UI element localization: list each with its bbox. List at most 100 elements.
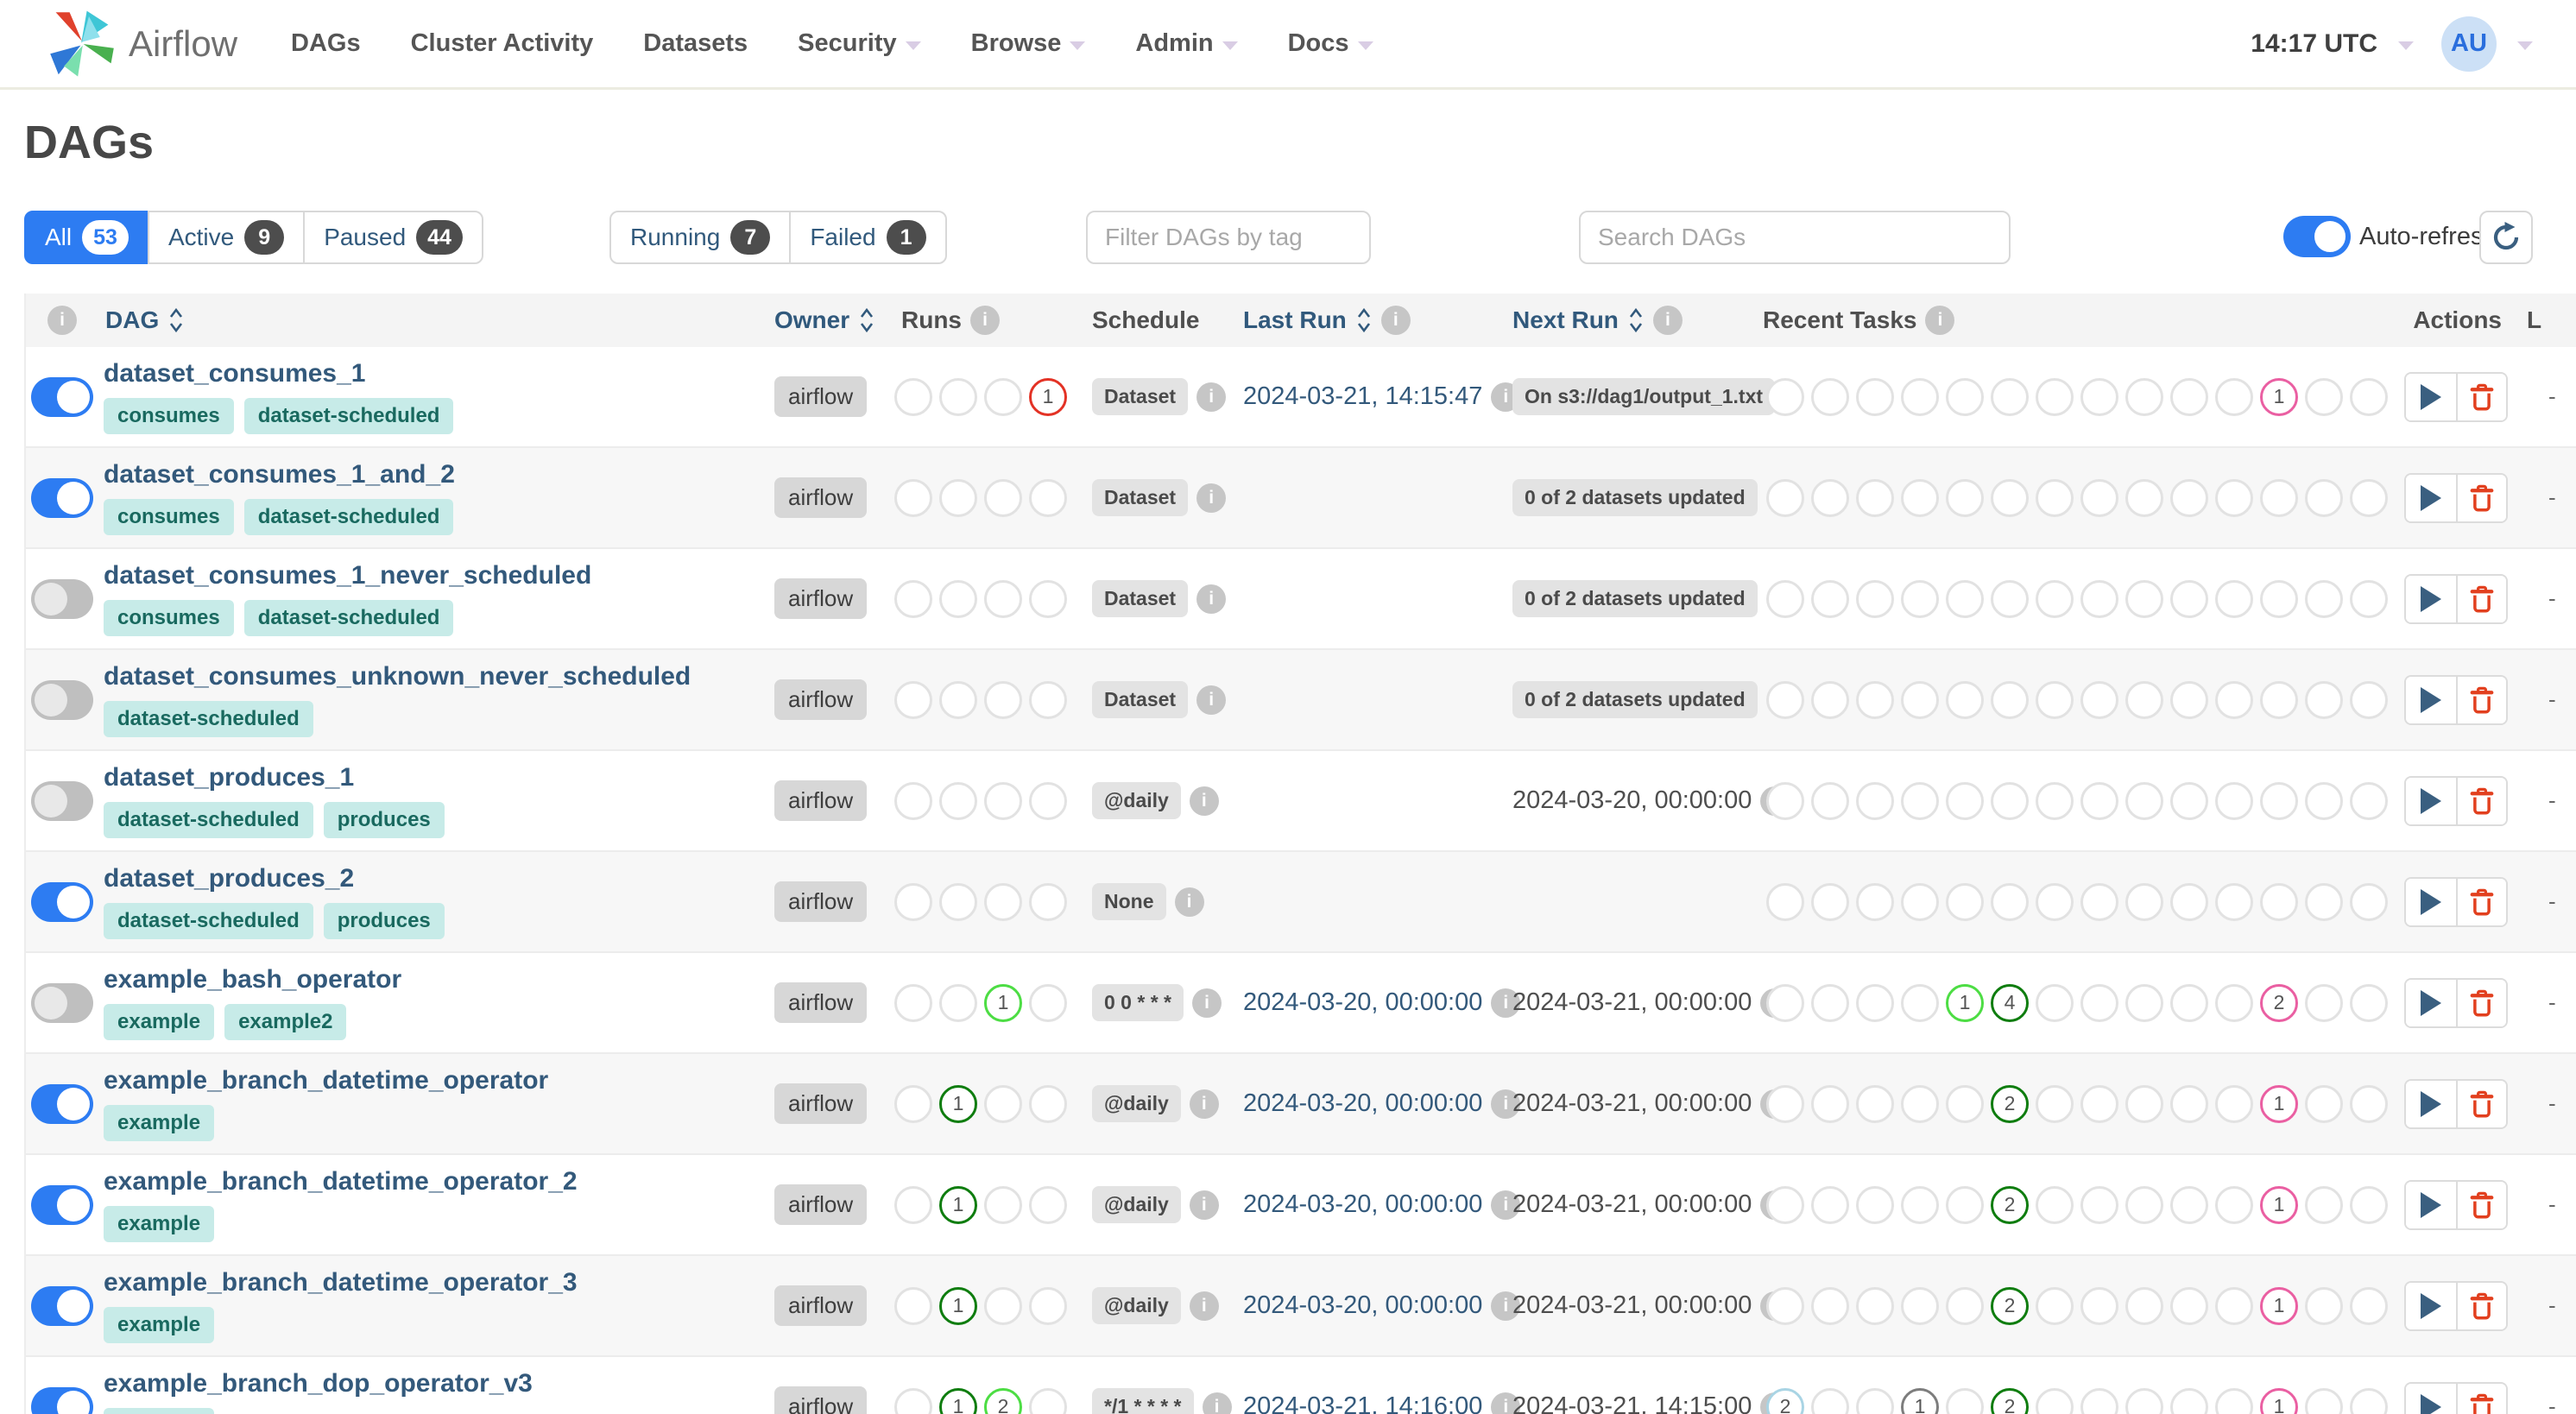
task-circle-deferred[interactable] (2305, 1185, 2343, 1224)
task-circle-removed[interactable] (1811, 781, 1849, 820)
task-circle-upstream_failed[interactable] (2215, 478, 2253, 517)
dag-tag[interactable]: example (104, 1307, 215, 1343)
run-circle-failed[interactable] (1029, 983, 1067, 1022)
task-circle-removed[interactable] (1811, 377, 1849, 416)
delete-dag-button[interactable] (2455, 878, 2506, 925)
run-circle-failed[interactable] (1029, 1084, 1067, 1123)
task-circle-deferred[interactable] (2305, 579, 2343, 618)
task-circle-none[interactable] (1766, 781, 1804, 820)
task-circle-restarting[interactable] (2036, 1286, 2074, 1325)
run-circle-success[interactable] (939, 478, 977, 517)
task-circle-upstream_failed[interactable] (2215, 1387, 2253, 1414)
owner-badge[interactable]: airflow (774, 881, 868, 922)
trigger-dag-button[interactable] (2405, 373, 2456, 420)
dag-pause-toggle[interactable] (31, 578, 93, 619)
task-circle-queued[interactable]: 1 (1901, 1387, 1939, 1414)
task-circle-upstream_failed[interactable] (2215, 1185, 2253, 1224)
task-circle-shutdown[interactable] (2350, 1387, 2388, 1414)
task-circle-restarting[interactable] (2036, 882, 2074, 921)
task-circle-queued[interactable] (1901, 781, 1939, 820)
task-circle-queued[interactable] (1901, 1185, 1939, 1224)
task-circle-failed[interactable] (2080, 882, 2118, 921)
header-owner[interactable]: Owner (774, 306, 891, 334)
last-run-link[interactable]: 2024-03-20, 00:00:00 (1243, 1190, 1482, 1219)
task-circle-success[interactable] (1991, 680, 2029, 719)
run-circle-queued[interactable] (894, 1387, 932, 1414)
task-circle-skipped[interactable]: 1 (2260, 1185, 2298, 1224)
trigger-dag-button[interactable] (2405, 575, 2456, 622)
task-circle-scheduled[interactable] (1856, 781, 1894, 820)
trigger-dag-button[interactable] (2405, 878, 2456, 925)
run-circle-queued[interactable] (894, 1185, 932, 1224)
dag-name-link[interactable]: dataset_consumes_1_never_scheduled (104, 561, 591, 590)
task-circle-restarting[interactable] (2036, 680, 2074, 719)
task-circle-restarting[interactable] (2036, 478, 2074, 517)
auto-refresh-toggle[interactable] (2283, 216, 2351, 257)
task-circle-queued[interactable] (1901, 478, 1939, 517)
task-circle-none[interactable] (1766, 377, 1804, 416)
dag-tag[interactable]: example2 (224, 1004, 347, 1040)
last-run-link[interactable]: 2024-03-20, 00:00:00 (1243, 988, 1482, 1017)
task-circle-skipped[interactable] (2260, 478, 2298, 517)
owner-badge[interactable]: airflow (774, 1083, 868, 1124)
dag-tag[interactable]: produces (323, 802, 445, 838)
run-circle-running[interactable]: 1 (984, 983, 1022, 1022)
run-circle-failed[interactable] (1029, 781, 1067, 820)
owner-badge[interactable]: airflow (774, 578, 868, 619)
task-circle-none[interactable] (1766, 1084, 1804, 1123)
dag-name-link[interactable]: dataset_consumes_1 (104, 359, 366, 388)
task-circle-success[interactable] (1991, 478, 2029, 517)
run-circle-success[interactable]: 1 (939, 1185, 977, 1224)
task-circle-failed[interactable] (2080, 680, 2118, 719)
task-circle-success[interactable]: 2 (1991, 1286, 2029, 1325)
task-circle-skipped[interactable]: 1 (2260, 1387, 2298, 1414)
delete-dag-button[interactable] (2455, 575, 2506, 622)
task-circle-restarting[interactable] (2036, 579, 2074, 618)
run-circle-success[interactable] (939, 781, 977, 820)
delete-dag-button[interactable] (2455, 979, 2506, 1026)
clock[interactable]: 14:17 UTC (2251, 29, 2377, 59)
task-circle-up_for_reschedule[interactable] (2170, 882, 2208, 921)
run-circle-running[interactable] (984, 377, 1022, 416)
task-circle-scheduled[interactable] (1856, 1084, 1894, 1123)
task-circle-failed[interactable] (2080, 1084, 2118, 1123)
search-input[interactable] (1579, 211, 2011, 264)
task-circle-up_for_reschedule[interactable] (2170, 1387, 2208, 1414)
task-circle-up_for_retry[interactable] (2125, 1387, 2163, 1414)
trigger-dag-button[interactable] (2405, 1080, 2456, 1127)
delete-dag-button[interactable] (2455, 676, 2506, 723)
task-circle-upstream_failed[interactable] (2215, 1084, 2253, 1123)
task-circle-success[interactable]: 2 (1991, 1185, 2029, 1224)
task-circle-failed[interactable] (2080, 1185, 2118, 1224)
task-circle-none[interactable] (1766, 1185, 1804, 1224)
task-circle-running[interactable] (1946, 680, 1984, 719)
dag-pause-toggle[interactable] (31, 679, 93, 720)
trigger-dag-button[interactable] (2405, 1282, 2456, 1329)
run-circle-running[interactable] (984, 781, 1022, 820)
run-circle-queued[interactable] (894, 377, 932, 416)
task-circle-none[interactable]: 2 (1766, 1387, 1804, 1414)
task-circle-skipped[interactable]: 1 (2260, 377, 2298, 416)
dag-tag[interactable]: produces (323, 903, 445, 939)
task-circle-running[interactable] (1946, 781, 1984, 820)
task-circle-shutdown[interactable] (2350, 781, 2388, 820)
run-circle-failed[interactable] (1029, 579, 1067, 618)
task-circle-upstream_failed[interactable] (2215, 983, 2253, 1022)
trigger-dag-button[interactable] (2405, 1181, 2456, 1228)
task-circle-scheduled[interactable] (1856, 377, 1894, 416)
task-circle-queued[interactable] (1901, 1084, 1939, 1123)
task-circle-queued[interactable] (1901, 882, 1939, 921)
task-circle-restarting[interactable] (2036, 983, 2074, 1022)
dag-tag[interactable]: dataset-scheduled (243, 499, 454, 535)
dag-tag[interactable]: dataset-scheduled (104, 701, 313, 737)
run-circle-success[interactable] (939, 983, 977, 1022)
refresh-button[interactable] (2479, 211, 2533, 264)
run-circle-queued[interactable] (894, 579, 932, 618)
run-circle-success[interactable]: 1 (939, 1387, 977, 1414)
task-circle-failed[interactable] (2080, 1387, 2118, 1414)
dag-pause-toggle[interactable] (31, 881, 93, 922)
task-circle-shutdown[interactable] (2350, 377, 2388, 416)
task-circle-failed[interactable] (2080, 377, 2118, 416)
dag-name-link[interactable]: dataset_consumes_unknown_never_scheduled (104, 662, 691, 691)
last-run-link[interactable]: 2024-03-20, 00:00:00 (1243, 1291, 1482, 1320)
